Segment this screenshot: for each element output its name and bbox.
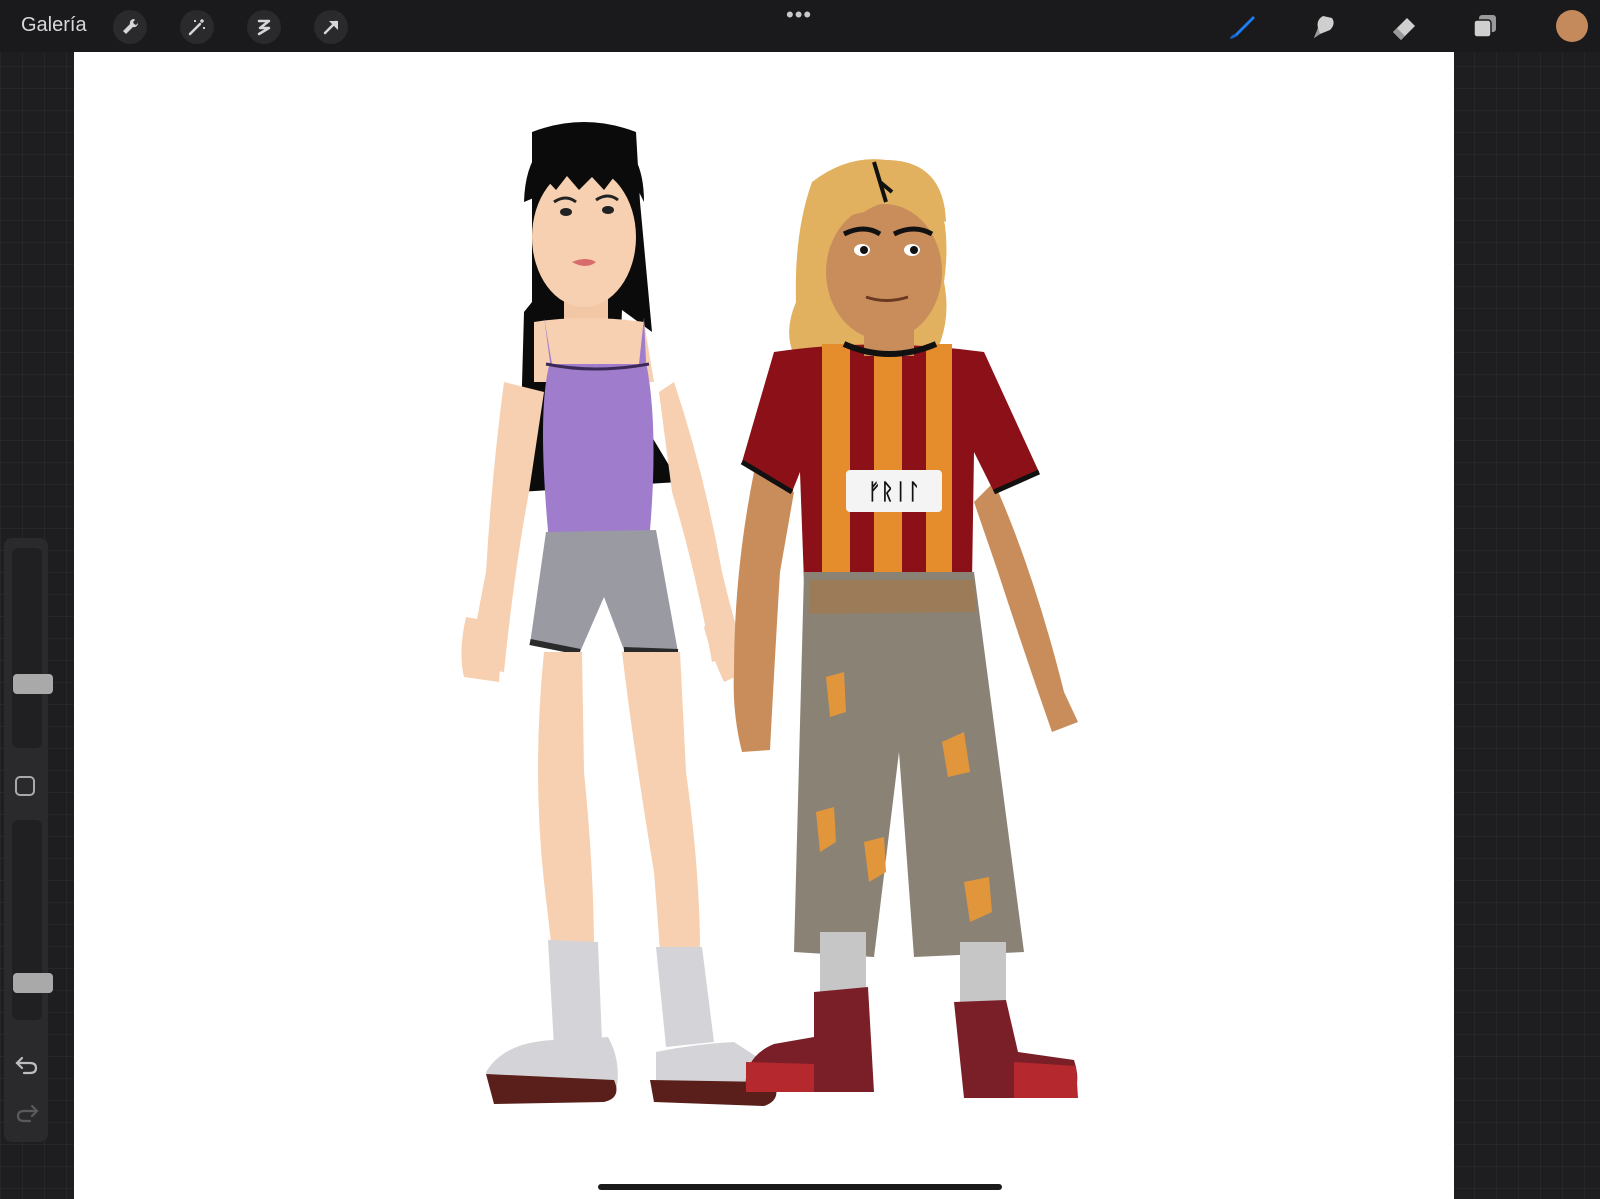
jersey-text: ᚠᚱᛁᛚ [868, 480, 921, 505]
eraser-icon[interactable] [1385, 8, 1423, 46]
selection-icon[interactable] [247, 10, 281, 44]
boy-figure: ᚠᚱᛁᛚ [733, 159, 1078, 1098]
adjustments-magic-wand-icon[interactable] [180, 10, 214, 44]
actions-wrench-icon[interactable] [113, 10, 147, 44]
brush-icon[interactable] [1223, 8, 1261, 46]
opacity-handle[interactable] [13, 973, 53, 993]
opacity-slider[interactable] [12, 820, 53, 1020]
brush-size-handle[interactable] [13, 674, 53, 694]
gallery-button[interactable]: Galería [21, 14, 87, 37]
top-toolbar: Galería ••• [0, 0, 1600, 52]
layers-icon[interactable] [1466, 8, 1504, 46]
drawing-canvas[interactable]: ᚠᚱᛁᛚ [74, 52, 1454, 1199]
redo-icon[interactable] [14, 1100, 40, 1126]
girl-figure [461, 122, 777, 1106]
home-indicator [598, 1184, 1002, 1190]
undo-icon[interactable] [14, 1052, 40, 1078]
smudge-icon[interactable] [1304, 8, 1342, 46]
more-options-button[interactable]: ••• [786, 4, 812, 26]
artwork-illustration: ᚠᚱᛁᛚ [461, 122, 1078, 1106]
modify-button[interactable] [15, 776, 35, 796]
color-picker-swatch[interactable] [1556, 10, 1588, 42]
left-sidebar [4, 538, 53, 1142]
transform-arrow-icon[interactable] [314, 10, 348, 44]
brush-size-slider[interactable] [12, 548, 53, 748]
